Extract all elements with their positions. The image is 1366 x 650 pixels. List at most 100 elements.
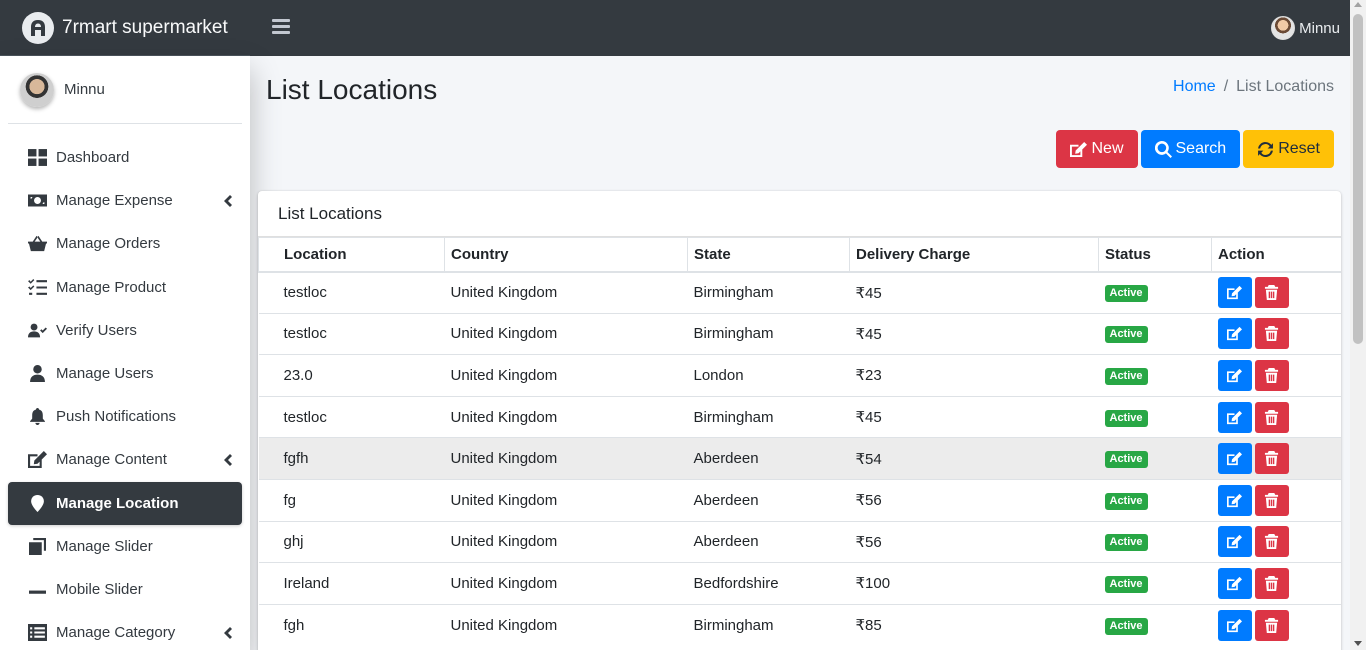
row-actions <box>1217 443 1336 475</box>
delete-button[interactable] <box>1254 567 1289 599</box>
sidebar-item-push-notifications[interactable]: Push Notifications <box>8 395 242 438</box>
status-cell: Active <box>1098 271 1212 314</box>
status-badge[interactable]: Active <box>1104 326 1148 344</box>
state-cell: Birmingham <box>687 312 850 355</box>
action-cell <box>1211 271 1341 314</box>
sidebar-item-dashboard[interactable]: Dashboard <box>8 136 242 179</box>
sidebar-item-manage-product[interactable]: Manage Product <box>8 266 242 309</box>
scroll-down-arrow-icon[interactable] <box>1354 641 1362 646</box>
location-cell: fg <box>258 478 445 522</box>
row-actions <box>1217 401 1336 433</box>
sidebar-item-manage-orders[interactable]: Manage Orders <box>8 222 242 265</box>
locations-table: Location Country State Delivery Charge S… <box>258 237 1341 646</box>
table-row: testloc United Kingdom Birmingham ₹45 Active <box>258 395 1341 438</box>
column-header[interactable]: State <box>687 237 850 273</box>
delete-button[interactable] <box>1254 526 1289 558</box>
edit-icon <box>1070 141 1088 157</box>
trash-icon <box>1264 285 1279 301</box>
status-badge[interactable]: Active <box>1104 575 1148 593</box>
sidebar-item-manage-category[interactable]: Manage Category <box>8 611 242 650</box>
sidebar-user-panel[interactable]: Minnu <box>8 56 242 124</box>
row-actions <box>1217 318 1336 350</box>
delete-button[interactable] <box>1254 318 1289 350</box>
status-badge[interactable]: Active <box>1104 492 1148 510</box>
location-cell: ghj <box>258 520 445 563</box>
edit-button[interactable] <box>1217 318 1252 350</box>
status-badge[interactable]: Active <box>1104 367 1148 385</box>
avatar <box>20 72 54 107</box>
reset-button[interactable]: Reset <box>1243 130 1334 168</box>
sidebar-item-label: Mobile Slider <box>56 580 143 598</box>
user-menu[interactable]: Minnu <box>1271 16 1340 40</box>
column-header[interactable]: Status <box>1098 237 1212 273</box>
country-cell: United Kingdom <box>444 437 688 480</box>
sidebar-item-manage-expense[interactable]: Manage Expense <box>8 179 242 222</box>
country-cell: United Kingdom <box>444 395 688 438</box>
table-header-row: Location Country State Delivery Charge S… <box>258 237 1341 273</box>
delivery-charge-cell: ₹85 <box>849 603 1099 646</box>
sidebar-item-label: Manage Orders <box>56 235 161 253</box>
location-cell: 23.0 <box>258 354 445 397</box>
edit-button[interactable] <box>1217 567 1252 599</box>
column-header[interactable]: Location <box>258 237 445 273</box>
sidebar-item-manage-users[interactable]: Manage Users <box>8 352 242 395</box>
scroll-up-arrow-icon[interactable] <box>1354 2 1362 7</box>
action-cell <box>1211 354 1341 397</box>
sidebar-nav: Dashboard Manage Expense Manage Orders M… <box>0 136 250 650</box>
edit-button[interactable] <box>1217 526 1252 558</box>
delivery-charge-cell: ₹56 <box>849 520 1099 563</box>
column-header[interactable]: Country <box>444 237 688 273</box>
edit-button[interactable] <box>1217 609 1252 641</box>
location-cell: Ireland <box>258 562 445 605</box>
edit-button[interactable] <box>1217 443 1252 475</box>
edit-button[interactable] <box>1217 359 1252 391</box>
breadcrumb: Home / List Locations <box>1173 78 1334 96</box>
status-badge[interactable]: Active <box>1104 285 1148 303</box>
sidebar-item-verify-users[interactable]: Verify Users <box>8 309 242 352</box>
location-cell: fgh <box>258 603 445 646</box>
scrollbar-thumb[interactable] <box>1353 14 1363 344</box>
sidebar-item-label: Manage Users <box>56 365 154 383</box>
edit-icon <box>1227 535 1242 549</box>
status-cell: Active <box>1098 520 1212 563</box>
table-row: ghj United Kingdom Aberdeen ₹56 Active <box>258 520 1341 563</box>
delete-button[interactable] <box>1254 484 1289 516</box>
sidebar-item-manage-content[interactable]: Manage Content <box>8 438 242 481</box>
edit-button[interactable] <box>1217 401 1252 433</box>
status-badge[interactable]: Active <box>1104 534 1148 552</box>
country-cell: United Kingdom <box>444 603 688 646</box>
state-cell: Birmingham <box>687 271 850 314</box>
edit-button[interactable] <box>1217 484 1252 516</box>
bell-icon <box>26 408 48 426</box>
search-button[interactable]: Search <box>1140 130 1241 168</box>
brand-link[interactable]: 7rmart supermarket <box>0 0 250 56</box>
table-row: testloc United Kingdom Birmingham ₹45 Active <box>258 271 1341 314</box>
chevron-left-icon <box>222 626 232 640</box>
trash-icon <box>1264 492 1279 508</box>
status-cell: Active <box>1098 395 1212 438</box>
user-name: Minnu <box>1299 19 1340 37</box>
tasks-icon <box>26 278 48 296</box>
new-button[interactable]: New <box>1056 130 1138 168</box>
sidebar-item-manage-slider[interactable]: Manage Slider <box>8 525 242 568</box>
menu-toggle-icon[interactable] <box>272 19 290 35</box>
breadcrumb-home-link[interactable]: Home <box>1173 78 1216 96</box>
sidebar-item-mobile-slider[interactable]: Mobile Slider <box>8 568 242 611</box>
status-badge[interactable]: Active <box>1104 617 1148 635</box>
edit-button[interactable] <box>1217 277 1252 309</box>
locations-card: List Locations Location Country State De… <box>258 191 1341 650</box>
status-badge[interactable]: Active <box>1104 451 1148 469</box>
page-scrollbar[interactable] <box>1350 0 1366 650</box>
sidebar-item-manage-location[interactable]: Manage Location <box>8 481 242 525</box>
delete-button[interactable] <box>1254 277 1289 309</box>
column-header[interactable]: Delivery Charge <box>849 237 1099 273</box>
state-cell: Aberdeen <box>687 437 850 480</box>
sidebar-user-name: Minnu <box>64 81 105 98</box>
action-cell <box>1211 437 1341 480</box>
status-badge[interactable]: Active <box>1104 409 1148 427</box>
delete-button[interactable] <box>1254 443 1289 475</box>
delete-button[interactable] <box>1254 609 1289 641</box>
delete-button[interactable] <box>1254 359 1289 391</box>
delete-button[interactable] <box>1254 401 1289 433</box>
sidebar-item-label: Manage Slider <box>56 537 153 555</box>
